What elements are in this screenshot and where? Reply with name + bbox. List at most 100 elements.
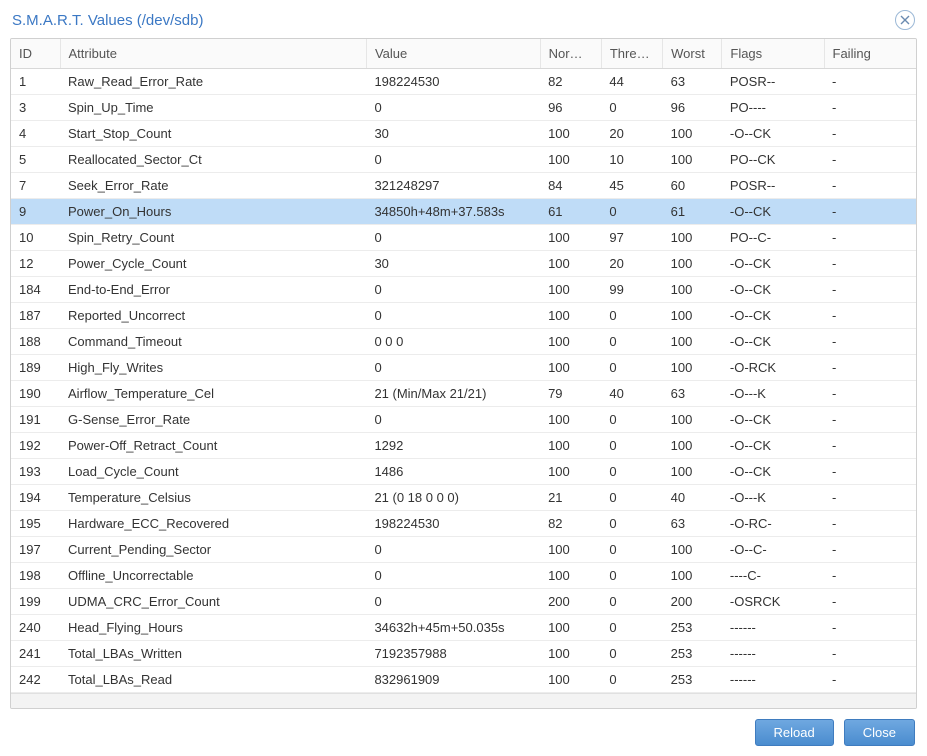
table-row[interactable]: 5Reallocated_Sector_Ct010010100PO--CK- (11, 147, 916, 173)
table-row[interactable]: 197Current_Pending_Sector01000100-O--C-- (11, 537, 916, 563)
cell-id: 192 (11, 433, 60, 459)
table-row[interactable]: 242Total_LBAs_Read8329619091000253------… (11, 667, 916, 693)
table-row[interactable]: 192Power-Off_Retract_Count12921000100-O-… (11, 433, 916, 459)
cell-threshold: 0 (601, 199, 662, 225)
cell-value: 34632h+45m+50.035s (366, 615, 540, 641)
close-button[interactable]: Close (844, 719, 915, 746)
cell-threshold: 0 (601, 303, 662, 329)
cell-normalized: 100 (540, 147, 601, 173)
cell-failing: - (824, 251, 916, 277)
cell-attribute: Current_Pending_Sector (60, 537, 366, 563)
dialog-footer: Reload Close (10, 709, 917, 746)
cell-worst: 63 (663, 511, 722, 537)
cell-threshold: 20 (601, 121, 662, 147)
col-header-failing[interactable]: Failing (824, 39, 916, 69)
cell-threshold: 44 (601, 69, 662, 95)
cell-id: 198 (11, 563, 60, 589)
cell-normalized: 79 (540, 381, 601, 407)
cell-id: 191 (11, 407, 60, 433)
cell-id: 242 (11, 667, 60, 693)
col-header-value[interactable]: Value (366, 39, 540, 69)
titlebar: S.M.A.R.T. Values (/dev/sdb) (10, 6, 917, 38)
col-header-normalized[interactable]: Nor… (540, 39, 601, 69)
cell-worst: 100 (663, 277, 722, 303)
table-row[interactable]: 10Spin_Retry_Count010097100PO--C-- (11, 225, 916, 251)
cell-failing: - (824, 329, 916, 355)
cell-value: 30 (366, 251, 540, 277)
table-row[interactable]: 241Total_LBAs_Written71923579881000253--… (11, 641, 916, 667)
table-row[interactable]: 184End-to-End_Error010099100-O--CK- (11, 277, 916, 303)
table-row[interactable]: 189High_Fly_Writes01000100-O-RCK- (11, 355, 916, 381)
cell-attribute: Head_Flying_Hours (60, 615, 366, 641)
cell-flags: ------ (722, 615, 824, 641)
cell-id: 9 (11, 199, 60, 225)
table-row[interactable]: 7Seek_Error_Rate321248297844560POSR--- (11, 173, 916, 199)
cell-threshold: 0 (601, 407, 662, 433)
cell-worst: 100 (663, 251, 722, 277)
table-row[interactable]: 194Temperature_Celsius21 (0 18 0 0 0)210… (11, 485, 916, 511)
table-row[interactable]: 195Hardware_ECC_Recovered19822453082063-… (11, 511, 916, 537)
cell-failing: - (824, 667, 916, 693)
cell-value: 34850h+48m+37.583s (366, 199, 540, 225)
cell-threshold: 0 (601, 355, 662, 381)
col-header-threshold[interactable]: Thre… (601, 39, 662, 69)
cell-flags: -O--CK (722, 407, 824, 433)
table-row[interactable]: 4Start_Stop_Count3010020100-O--CK- (11, 121, 916, 147)
cell-normalized: 61 (540, 199, 601, 225)
col-header-flags[interactable]: Flags (722, 39, 824, 69)
cell-value: 0 (366, 277, 540, 303)
cell-threshold: 45 (601, 173, 662, 199)
close-icon[interactable] (895, 10, 915, 30)
col-header-id[interactable]: ID (11, 39, 60, 69)
cell-normalized: 100 (540, 641, 601, 667)
cell-id: 12 (11, 251, 60, 277)
horizontal-scrollbar[interactable] (11, 693, 916, 708)
table-row[interactable]: 1Raw_Read_Error_Rate198224530824463POSR-… (11, 69, 916, 95)
cell-normalized: 84 (540, 173, 601, 199)
cell-normalized: 100 (540, 563, 601, 589)
cell-attribute: Power_Cycle_Count (60, 251, 366, 277)
col-header-worst[interactable]: Worst (663, 39, 722, 69)
cell-attribute: Total_LBAs_Written (60, 641, 366, 667)
cell-attribute: Command_Timeout (60, 329, 366, 355)
table-row[interactable]: 187Reported_Uncorrect01000100-O--CK- (11, 303, 916, 329)
table-row[interactable]: 240Head_Flying_Hours34632h+45m+50.035s10… (11, 615, 916, 641)
cell-threshold: 20 (601, 251, 662, 277)
cell-attribute: G-Sense_Error_Rate (60, 407, 366, 433)
cell-failing: - (824, 199, 916, 225)
table-row[interactable]: 191G-Sense_Error_Rate01000100-O--CK- (11, 407, 916, 433)
cell-worst: 100 (663, 225, 722, 251)
cell-failing: - (824, 303, 916, 329)
cell-value: 0 (366, 225, 540, 251)
table-row[interactable]: 190Airflow_Temperature_Cel21 (Min/Max 21… (11, 381, 916, 407)
cell-normalized: 96 (540, 95, 601, 121)
cell-failing: - (824, 407, 916, 433)
cell-flags: -O--CK (722, 277, 824, 303)
cell-flags: PO---- (722, 95, 824, 121)
table-row[interactable]: 199UDMA_CRC_Error_Count02000200-OSRCK- (11, 589, 916, 615)
cell-attribute: Power_On_Hours (60, 199, 366, 225)
cell-attribute: Raw_Read_Error_Rate (60, 69, 366, 95)
cell-failing: - (824, 511, 916, 537)
cell-attribute: Power-Off_Retract_Count (60, 433, 366, 459)
cell-threshold: 0 (601, 537, 662, 563)
table-row[interactable]: 9Power_On_Hours34850h+48m+37.583s61061-O… (11, 199, 916, 225)
cell-worst: 100 (663, 329, 722, 355)
cell-flags: -O--C- (722, 537, 824, 563)
cell-threshold: 0 (601, 563, 662, 589)
table-row[interactable]: 12Power_Cycle_Count3010020100-O--CK- (11, 251, 916, 277)
table-row[interactable]: 3Spin_Up_Time096096PO----- (11, 95, 916, 121)
cell-flags: -O---K (722, 485, 824, 511)
cell-threshold: 0 (601, 485, 662, 511)
table-row[interactable]: 198Offline_Uncorrectable01000100----C-- (11, 563, 916, 589)
cell-flags: -O-RCK (722, 355, 824, 381)
reload-button[interactable]: Reload (755, 719, 834, 746)
table-row[interactable]: 193Load_Cycle_Count14861000100-O--CK- (11, 459, 916, 485)
cell-normalized: 100 (540, 667, 601, 693)
col-header-attribute[interactable]: Attribute (60, 39, 366, 69)
table-row[interactable]: 188Command_Timeout0 0 01000100-O--CK- (11, 329, 916, 355)
cell-failing: - (824, 433, 916, 459)
cell-worst: 100 (663, 459, 722, 485)
smart-values-dialog: S.M.A.R.T. Values (/dev/sdb) ID Attribut… (0, 0, 927, 756)
cell-value: 0 0 0 (366, 329, 540, 355)
